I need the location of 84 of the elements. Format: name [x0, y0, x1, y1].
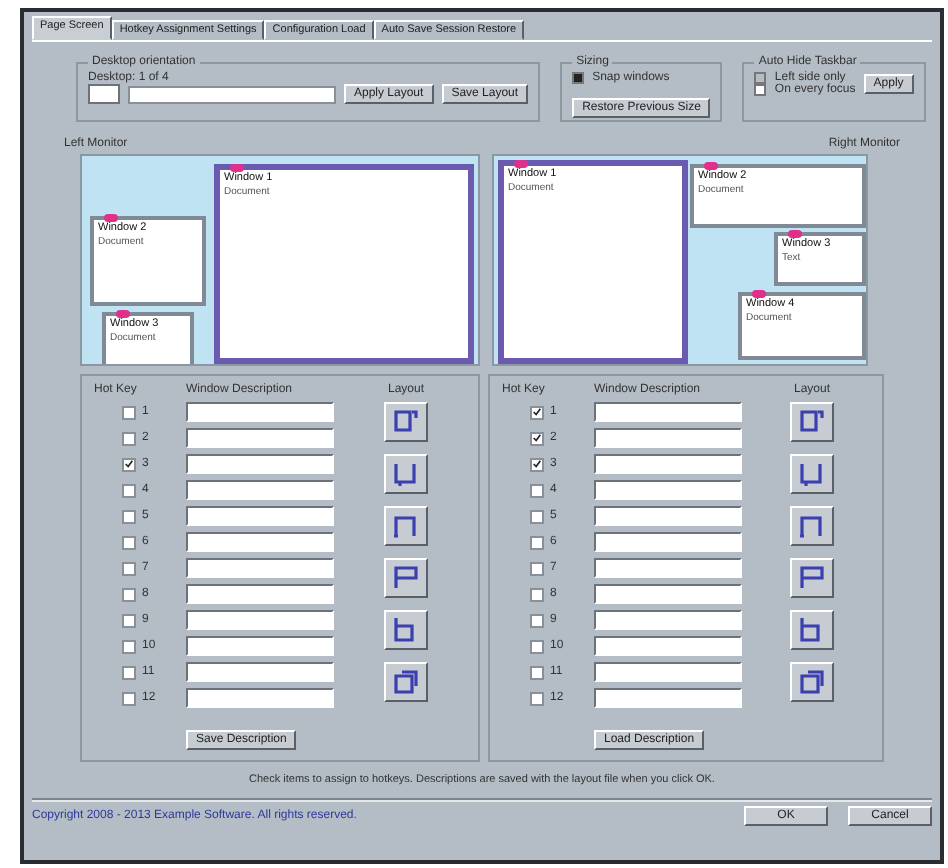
layout-icon	[392, 408, 420, 436]
layout-icon	[798, 460, 826, 488]
hotkey-checkbox[interactable]	[122, 665, 136, 679]
description-field[interactable]	[186, 610, 334, 630]
hotkey-checkbox[interactable]	[122, 431, 136, 445]
description-field[interactable]	[594, 428, 742, 448]
description-field[interactable]	[594, 532, 742, 552]
layout-button[interactable]	[790, 402, 834, 442]
hotkey-checkbox[interactable]	[122, 535, 136, 549]
hotkey-checkbox[interactable]	[122, 561, 136, 575]
hotkey-checkbox[interactable]	[530, 561, 544, 575]
hotkey-checkbox[interactable]	[530, 639, 544, 653]
description-field[interactable]	[594, 688, 742, 708]
number-spinner[interactable]	[88, 84, 120, 104]
description-field[interactable]	[186, 532, 334, 552]
layout-button[interactable]	[790, 558, 834, 598]
pin-icon	[116, 310, 130, 318]
description-field[interactable]	[186, 584, 334, 604]
layout-button[interactable]	[384, 506, 428, 546]
layout-icon	[392, 668, 420, 696]
layout-icon	[392, 460, 420, 488]
description-field[interactable]	[594, 558, 742, 578]
checkbox[interactable]	[754, 84, 767, 96]
hotkey-checkbox[interactable]	[530, 483, 544, 497]
layout-button[interactable]	[790, 454, 834, 494]
hotkey-checkbox[interactable]	[530, 613, 544, 627]
layout-icon	[798, 616, 826, 644]
hotkey-checkbox[interactable]	[530, 665, 544, 679]
layout-icon	[798, 512, 826, 540]
layout-icon	[798, 668, 826, 696]
layout-icon	[798, 408, 826, 436]
hotkey-checkbox[interactable]	[530, 457, 544, 471]
pin-icon	[704, 162, 718, 170]
description-field[interactable]	[594, 402, 742, 422]
description-field[interactable]	[594, 480, 742, 500]
hotkey-checkbox[interactable]	[530, 431, 544, 445]
hotkey-checkbox[interactable]	[122, 405, 136, 419]
pin-icon	[514, 160, 528, 168]
description-field[interactable]	[186, 428, 334, 448]
hotkey-checkbox[interactable]	[530, 587, 544, 601]
hotkey-checkbox[interactable]	[122, 639, 136, 653]
layout-button[interactable]	[384, 402, 428, 442]
layout-icon	[392, 564, 420, 592]
pin-icon	[230, 164, 244, 172]
hotkey-checkbox[interactable]	[122, 691, 136, 705]
hotkey-checkbox[interactable]	[122, 613, 136, 627]
description-field[interactable]	[186, 688, 334, 708]
layout-button[interactable]	[790, 610, 834, 650]
pin-icon	[788, 230, 802, 238]
description-field[interactable]	[594, 454, 742, 474]
hotkey-checkbox[interactable]	[530, 691, 544, 705]
description-field[interactable]	[186, 662, 334, 682]
hotkey-checkbox[interactable]	[122, 457, 136, 471]
description-field[interactable]	[594, 610, 742, 630]
description-field[interactable]	[594, 636, 742, 656]
layout-icon	[798, 564, 826, 592]
pin-icon	[104, 214, 118, 222]
hotkey-checkbox[interactable]	[122, 509, 136, 523]
description-field[interactable]	[186, 454, 334, 474]
layout-icon	[392, 512, 420, 540]
hotkey-checkbox[interactable]	[530, 535, 544, 549]
description-field[interactable]	[186, 558, 334, 578]
description-field[interactable]	[594, 584, 742, 604]
input-field[interactable]	[128, 85, 336, 103]
layout-icon	[392, 616, 420, 644]
description-field[interactable]	[186, 402, 334, 422]
hotkey-checkbox[interactable]	[122, 587, 136, 601]
checkbox[interactable]	[754, 72, 767, 84]
layout-button[interactable]	[384, 662, 428, 702]
description-field[interactable]	[186, 636, 334, 656]
pin-icon	[752, 290, 766, 298]
hotkey-checkbox[interactable]	[530, 509, 544, 523]
checkbox[interactable]	[572, 72, 585, 84]
description-field[interactable]	[186, 480, 334, 500]
description-field[interactable]	[594, 506, 742, 526]
layout-button[interactable]	[790, 506, 834, 546]
layout-button[interactable]	[384, 610, 428, 650]
layout-button[interactable]	[384, 454, 428, 494]
hotkey-checkbox[interactable]	[530, 405, 544, 419]
description-field[interactable]	[594, 662, 742, 682]
layout-button[interactable]	[790, 662, 834, 702]
hotkey-checkbox[interactable]	[122, 483, 136, 497]
layout-button[interactable]	[384, 558, 428, 598]
description-field[interactable]	[186, 506, 334, 526]
